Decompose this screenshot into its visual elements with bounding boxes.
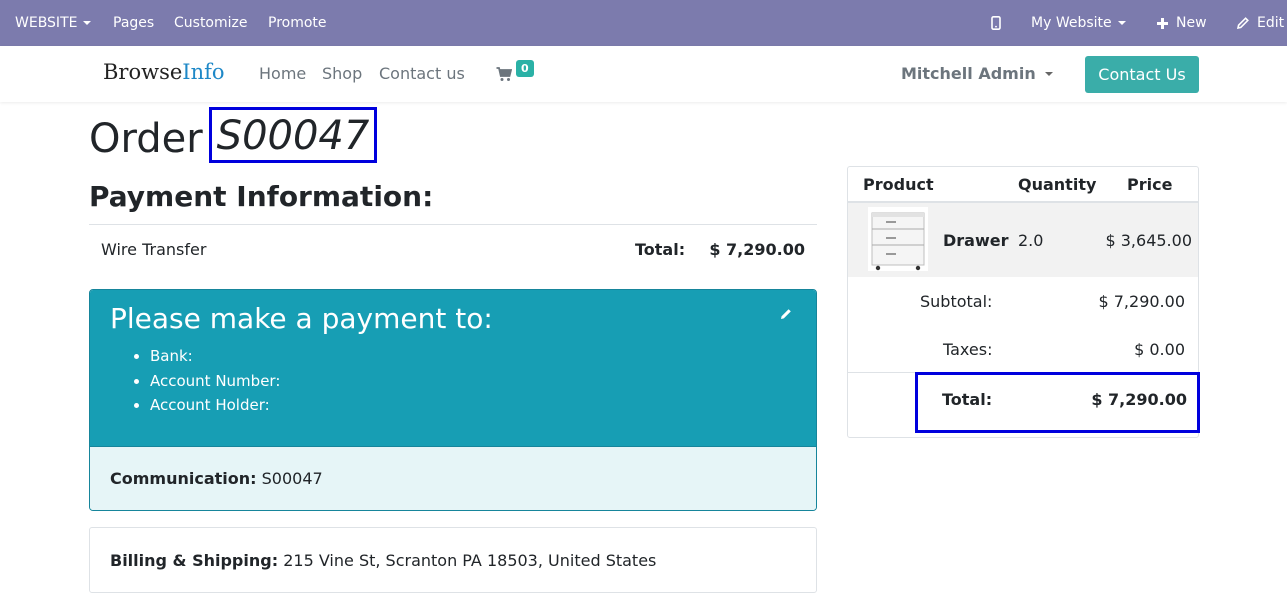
mobile-preview-button[interactable] [991, 0, 1001, 46]
nav-link-shop[interactable]: Shop [322, 64, 362, 83]
website-switcher-label: My Website [1031, 15, 1112, 31]
mobile-icon [991, 16, 1001, 30]
column-header-quantity: Quantity [1018, 175, 1097, 194]
product-quantity: 2.0 [1018, 231, 1044, 250]
product-name[interactable]: Drawer [943, 231, 1009, 250]
edit-page-label: Edit [1257, 15, 1285, 31]
billing-address: 215 Vine St, Scranton PA 18503, United S… [283, 551, 657, 570]
communication-box: Communication: S00047 [90, 446, 816, 510]
chevron-down-icon [1117, 21, 1126, 25]
column-header-product: Product [863, 175, 934, 194]
bank-detail-item: Account Holder: [150, 393, 280, 418]
payment-total-value: $ 7,290.00 [709, 240, 805, 259]
order-total-label: Total: [942, 390, 993, 409]
communication-line: Communication: S00047 [110, 469, 323, 488]
page-title: Order S00047 [89, 107, 378, 166]
bank-detail-item: Bank: [150, 344, 280, 369]
payment-information-heading: Payment Information: [89, 180, 434, 213]
bank-detail-item: Account Number: [150, 369, 280, 394]
product-thumbnail [868, 207, 928, 271]
billing-line: Billing & Shipping: 215 Vine St, Scranto… [110, 551, 656, 570]
bank-details-list: Bank: Account Number: Account Holder: [150, 344, 280, 418]
billing-label: Billing & Shipping: [110, 551, 279, 570]
payment-method: Wire Transfer [101, 240, 207, 259]
website-admin-bar: WEBSITE Pages Customize Promote My Websi… [0, 0, 1287, 46]
communication-label: Communication: [110, 469, 257, 488]
site-navbar: BrowseInfo Home Shop Contact us 0 Mitche… [0, 46, 1287, 102]
pages-menu[interactable]: Pages [113, 0, 154, 46]
payment-instructions: Please make a payment to: Bank: Account … [89, 289, 817, 511]
logo-text-main: Browse [103, 60, 183, 84]
plus-icon [1157, 17, 1168, 29]
chevron-down-icon [83, 21, 92, 25]
edit-pencil-icon[interactable] [780, 308, 792, 320]
payment-instructions-heading: Please make a payment to: [110, 302, 493, 335]
user-name: Mitchell Admin [901, 64, 1036, 83]
website-menu-label: WEBSITE [15, 15, 78, 31]
subtotal-label: Subtotal: [920, 292, 993, 311]
subtotal-value: $ 7,290.00 [1098, 292, 1185, 311]
taxes-value: $ 0.00 [1134, 340, 1185, 359]
order-title-prefix: Order [89, 116, 203, 162]
website-menu[interactable]: WEBSITE [15, 0, 92, 46]
cart-count-badge: 0 [516, 60, 534, 77]
customize-menu[interactable]: Customize [174, 0, 248, 46]
payment-summary-row: Wire Transfer Total: $ 7,290.00 [89, 224, 817, 272]
site-logo[interactable]: BrowseInfo [103, 60, 225, 84]
nav-link-contact-us[interactable]: Contact us [379, 64, 465, 83]
order-reference: S00047 [208, 107, 378, 163]
order-summary-card: Product Quantity Price Drawer 2.0 $ 3,64… [847, 166, 1200, 438]
chevron-down-icon [1044, 71, 1053, 76]
edit-page-button[interactable]: Edit [1237, 0, 1284, 46]
new-content-button[interactable]: New [1157, 0, 1207, 46]
order-total-row: Total: $ 7,290.00 [915, 372, 1200, 433]
billing-shipping-card: Billing & Shipping: 215 Vine St, Scranto… [89, 527, 817, 593]
order-total-value: $ 7,290.00 [1091, 390, 1187, 409]
pencil-icon [1237, 17, 1249, 29]
shopping-cart-icon[interactable] [496, 66, 512, 82]
user-menu[interactable]: Mitchell Admin [901, 64, 1053, 83]
taxes-label: Taxes: [943, 340, 993, 359]
summary-header-row: Product Quantity Price [848, 167, 1198, 203]
logo-text-accent: Info [182, 60, 225, 84]
new-content-label: New [1176, 15, 1207, 31]
order-line-row: Drawer 2.0 $ 3,645.00 [848, 203, 1198, 277]
payment-instructions-body: Please make a payment to: Bank: Account … [90, 290, 816, 446]
communication-value: S00047 [261, 469, 323, 488]
nav-link-home[interactable]: Home [259, 64, 306, 83]
promote-menu[interactable]: Promote [268, 0, 327, 46]
column-header-price: Price [1127, 175, 1173, 194]
payment-total-label: Total: [635, 240, 686, 259]
website-switcher[interactable]: My Website [1031, 0, 1126, 46]
product-price: $ 3,645.00 [1105, 231, 1192, 250]
contact-us-button[interactable]: Contact Us [1085, 56, 1199, 93]
